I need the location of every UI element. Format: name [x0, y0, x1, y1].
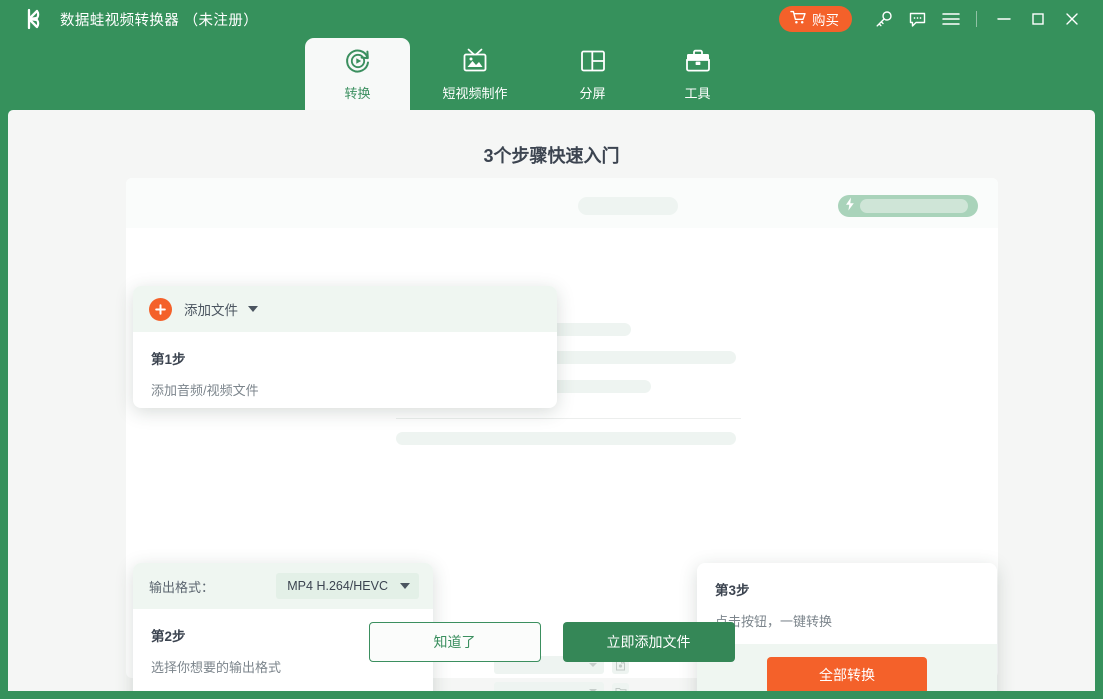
- add-files-now-button[interactable]: 立即添加文件: [563, 622, 735, 662]
- video-photo-icon: [460, 46, 490, 76]
- key-icon[interactable]: [866, 0, 900, 38]
- output-format-select[interactable]: MP4 H.264/HEVC: [276, 573, 419, 599]
- application-window: 数据蛙视频转换器 （未注册） 购买: [0, 0, 1103, 699]
- dismiss-button[interactable]: 知道了: [369, 622, 541, 662]
- step-1-body: 第1步 添加音频/视频文件: [133, 332, 557, 408]
- chevron-down-icon[interactable]: [248, 306, 258, 312]
- hamburger-menu-icon[interactable]: [934, 0, 968, 38]
- title-bar: 数据蛙视频转换器 （未注册） 购买: [0, 0, 1103, 38]
- buy-button[interactable]: 购买: [779, 6, 852, 32]
- convert-icon: [343, 46, 373, 76]
- tab-tools[interactable]: 工具: [645, 38, 750, 110]
- content-panel: 3个步骤快速入门: [8, 110, 1095, 691]
- minimize-icon[interactable]: [987, 0, 1021, 38]
- frog-logo-icon: [18, 4, 48, 34]
- split-screen-icon: [578, 46, 608, 76]
- tab-convert[interactable]: 转换: [305, 38, 410, 110]
- tab-split-screen-label: 分屏: [579, 83, 605, 102]
- buy-button-label: 购买: [812, 9, 839, 29]
- step-1-description: 添加音频/视频文件: [151, 380, 539, 399]
- output-format-header: 输出格式： MP4 H.264/HEVC: [133, 563, 433, 609]
- folder-icon: [612, 683, 629, 692]
- preview-select: [494, 682, 604, 691]
- add-file-header[interactable]: 添加文件: [133, 286, 557, 332]
- window-controls: 购买: [779, 0, 1103, 38]
- add-file-label: 添加文件: [184, 299, 238, 319]
- preview-chip-bar: [860, 199, 968, 213]
- close-icon[interactable]: [1055, 0, 1089, 38]
- cart-icon: [790, 10, 807, 28]
- tab-convert-label: 转换: [344, 83, 370, 102]
- chevron-down-icon: [400, 583, 410, 589]
- maximize-icon[interactable]: [1021, 0, 1055, 38]
- toolbar-divider: [976, 11, 977, 27]
- tab-short-video-label: 短视频制作: [442, 83, 507, 102]
- output-format-value: MP4 H.264/HEVC: [287, 579, 388, 593]
- step-1-card: 添加文件 第1步 添加音频/视频文件: [133, 286, 557, 408]
- tab-tools-label: 工具: [684, 83, 710, 102]
- step-3-title: 第3步: [715, 579, 979, 599]
- plus-circle-icon: [149, 298, 172, 321]
- onboarding-footer: 知道了 立即添加文件: [8, 622, 1095, 662]
- preview-accelerate-chip: [838, 195, 978, 217]
- preview-folder-row: [494, 682, 629, 691]
- page-title: 3个步骤快速入门: [8, 142, 1095, 168]
- output-format-label: 输出格式：: [149, 577, 214, 596]
- speech-bubble-icon[interactable]: [900, 0, 934, 38]
- preview-divider: [396, 418, 741, 419]
- tab-short-video[interactable]: 短视频制作: [410, 38, 540, 110]
- tab-split-screen[interactable]: 分屏: [540, 38, 645, 110]
- app-title: 数据蛙视频转换器 （未注册）: [60, 9, 258, 30]
- step-1-title: 第1步: [151, 348, 539, 368]
- lightning-bolt-icon: [844, 197, 856, 216]
- toolbox-icon: [683, 46, 713, 76]
- preview-placeholder-pill: [578, 197, 678, 215]
- main-tabs: 转换 短视频制作 分屏: [0, 38, 1103, 110]
- preview-skeleton-line: [396, 432, 736, 445]
